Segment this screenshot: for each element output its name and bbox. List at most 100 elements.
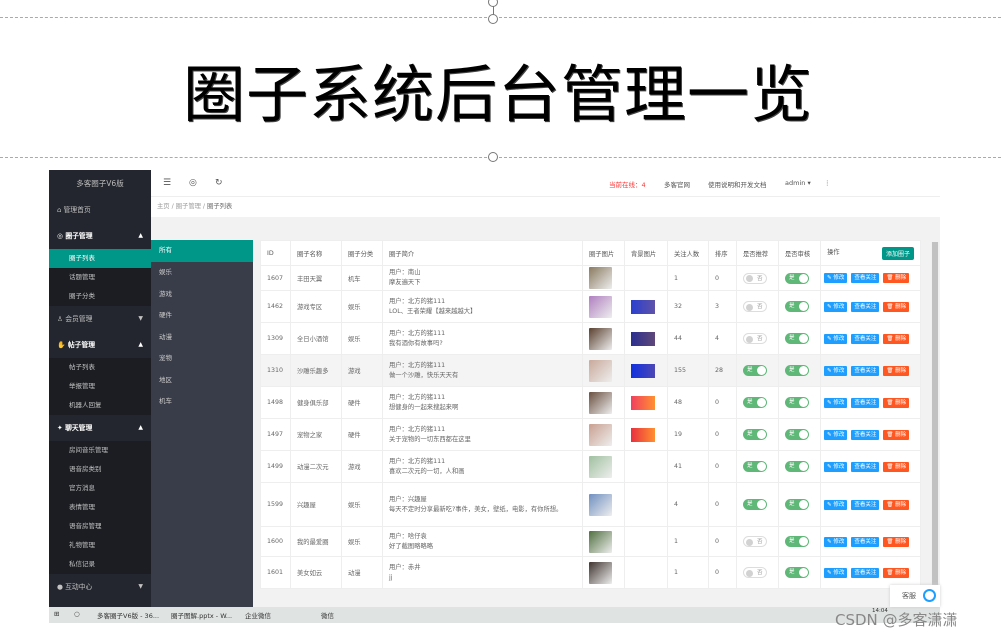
view-followers-button[interactable]: 查看关注 [851,567,880,578]
official-site-link[interactable]: 多客官网 [664,179,690,189]
resize-handle-bottom[interactable] [488,152,498,162]
background-image[interactable] [631,427,655,442]
edit-button[interactable]: ✎ 修改 [824,333,848,344]
edit-button[interactable]: ✎ 修改 [824,536,848,547]
rotate-handle[interactable] [488,0,498,7]
toggle-switch[interactable]: 否 [743,567,767,578]
toggle-switch[interactable]: 否 [743,536,767,547]
user-menu[interactable]: admin ▾ [785,179,811,187]
refresh-icon[interactable]: ↻ [215,178,223,188]
background-image[interactable] [631,363,655,378]
category-item[interactable]: 游戏 [151,284,253,306]
submenu-item[interactable]: 圈子分类 [49,287,151,306]
sidebar-item-2[interactable]: ♙ 会员管理 ▼ [49,306,151,332]
sidebar-item-4[interactable]: ✦ 聊天管理 ▲ [49,415,151,441]
edit-button[interactable]: ✎ 修改 [824,397,848,408]
search-icon[interactable]: ○ [74,610,80,618]
toggle-switch[interactable]: 是 [785,536,809,547]
customer-service-button[interactable]: 客服 [890,585,940,607]
delete-button[interactable]: 🗑 删除 [883,429,910,440]
delete-button[interactable]: 🗑 删除 [883,365,910,376]
toggle-switch[interactable]: 是 [785,429,809,440]
taskbar-app-ppt[interactable]: 圈子图解.pptx - W... [171,610,232,620]
circle-image[interactable] [589,359,612,382]
delete-button[interactable]: 🗑 删除 [883,567,910,578]
delete-button[interactable]: 🗑 删除 [883,301,910,312]
submenu-item[interactable]: 房间音乐管理 [49,441,151,460]
submenu-item[interactable]: 语音房管理 [49,517,151,536]
taskbar-app-wecom[interactable]: 企业微信 [245,610,271,620]
submenu-item[interactable]: 帖子列表 [49,358,151,377]
edit-button[interactable]: ✎ 修改 [824,273,848,283]
submenu-item[interactable]: 官方消息 [49,479,151,498]
view-followers-button[interactable]: 查看关注 [851,365,880,376]
delete-button[interactable]: 🗑 删除 [883,333,910,344]
toggle-switch[interactable]: 是 [743,461,767,472]
submenu-item[interactable]: 礼物管理 [49,536,151,555]
toggle-switch[interactable]: 是 [785,461,809,472]
toggle-switch[interactable]: 是 [743,429,767,440]
taskbar-app-wechat[interactable]: 微信 [321,610,334,620]
view-followers-button[interactable]: 查看关注 [851,461,880,472]
submenu-item[interactable]: 举报管理 [49,377,151,396]
category-item[interactable]: 所有 [151,240,253,262]
windows-start-icon[interactable]: ⊞ [54,610,59,618]
category-item[interactable]: 宠物 [151,348,253,370]
toggle-switch[interactable]: 是 [743,365,767,376]
sidebar-item-0[interactable]: ⌂ 管理首页 [49,197,151,223]
edit-button[interactable]: ✎ 修改 [824,461,848,472]
view-followers-button[interactable]: 查看关注 [851,536,880,547]
category-item[interactable]: 硬件 [151,305,253,327]
category-item[interactable]: 娱乐 [151,262,253,284]
submenu-item[interactable]: 话题管理 [49,268,151,287]
submenu-item[interactable]: 机器人回复 [49,396,151,415]
circle-image[interactable] [589,530,612,553]
submenu-item[interactable]: 私信记录 [49,555,151,574]
toggle-switch[interactable]: 否 [743,333,767,344]
background-image[interactable] [631,395,655,410]
delete-button[interactable]: 🗑 删除 [883,461,910,472]
breadcrumb-home[interactable]: 主页 [157,203,170,210]
toggle-switch[interactable]: 是 [785,272,809,284]
view-followers-button[interactable]: 查看关注 [851,333,880,344]
edit-button[interactable]: ✎ 修改 [824,365,848,376]
delete-button[interactable]: 🗑 删除 [883,397,910,408]
toggle-switch[interactable]: 是 [743,397,767,408]
circle-image[interactable] [589,561,612,584]
circle-image[interactable] [589,327,612,350]
circle-image[interactable] [589,295,612,318]
resize-handle-top[interactable] [488,14,498,24]
toggle-switch[interactable]: 是 [785,301,809,312]
toggle-switch[interactable]: 是 [785,397,809,408]
docs-link[interactable]: 使用说明和开发文档 [708,179,767,189]
edit-button[interactable]: ✎ 修改 [824,567,848,578]
submenu-item[interactable]: 语音房类别 [49,460,151,479]
toggle-switch[interactable]: 是 [785,333,809,344]
taskbar-app-browser[interactable]: 多客圈子V6版 - 36... [97,610,159,620]
sidebar-item-5[interactable]: ● 互动中心 ▼ [49,574,151,600]
background-image[interactable] [631,331,655,346]
sidebar-item-3[interactable]: ✋ 帖子管理 ▲ [49,332,151,358]
toggle-switch[interactable]: 否 [743,301,767,312]
scrollbar-thumb[interactable] [932,242,938,602]
sidebar-item-1[interactable]: ◎ 圈子管理 ▲ [49,223,151,249]
breadcrumb-circle-mgmt[interactable]: 圈子管理 [176,203,201,210]
delete-button[interactable]: 🗑 删除 [883,273,910,283]
edit-button[interactable]: ✎ 修改 [824,429,848,440]
delete-button[interactable]: 🗑 删除 [883,536,910,547]
edit-button[interactable]: ✎ 修改 [824,499,848,510]
background-image[interactable] [631,299,655,314]
category-item[interactable]: 动漫 [151,327,253,349]
circle-image[interactable] [589,455,612,478]
circle-image[interactable] [589,423,612,446]
toggle-switch[interactable]: 是 [785,567,809,578]
view-followers-button[interactable]: 查看关注 [851,273,880,283]
view-followers-button[interactable]: 查看关注 [851,397,880,408]
category-item[interactable]: 机车 [151,391,253,413]
view-followers-button[interactable]: 查看关注 [851,301,880,312]
circle-image[interactable] [589,267,612,289]
view-followers-button[interactable]: 查看关注 [851,499,880,510]
more-icon[interactable]: ⋮ [824,179,831,187]
add-circle-button[interactable]: 添加圈子 [881,246,914,260]
submenu-item[interactable]: 表情管理 [49,498,151,517]
